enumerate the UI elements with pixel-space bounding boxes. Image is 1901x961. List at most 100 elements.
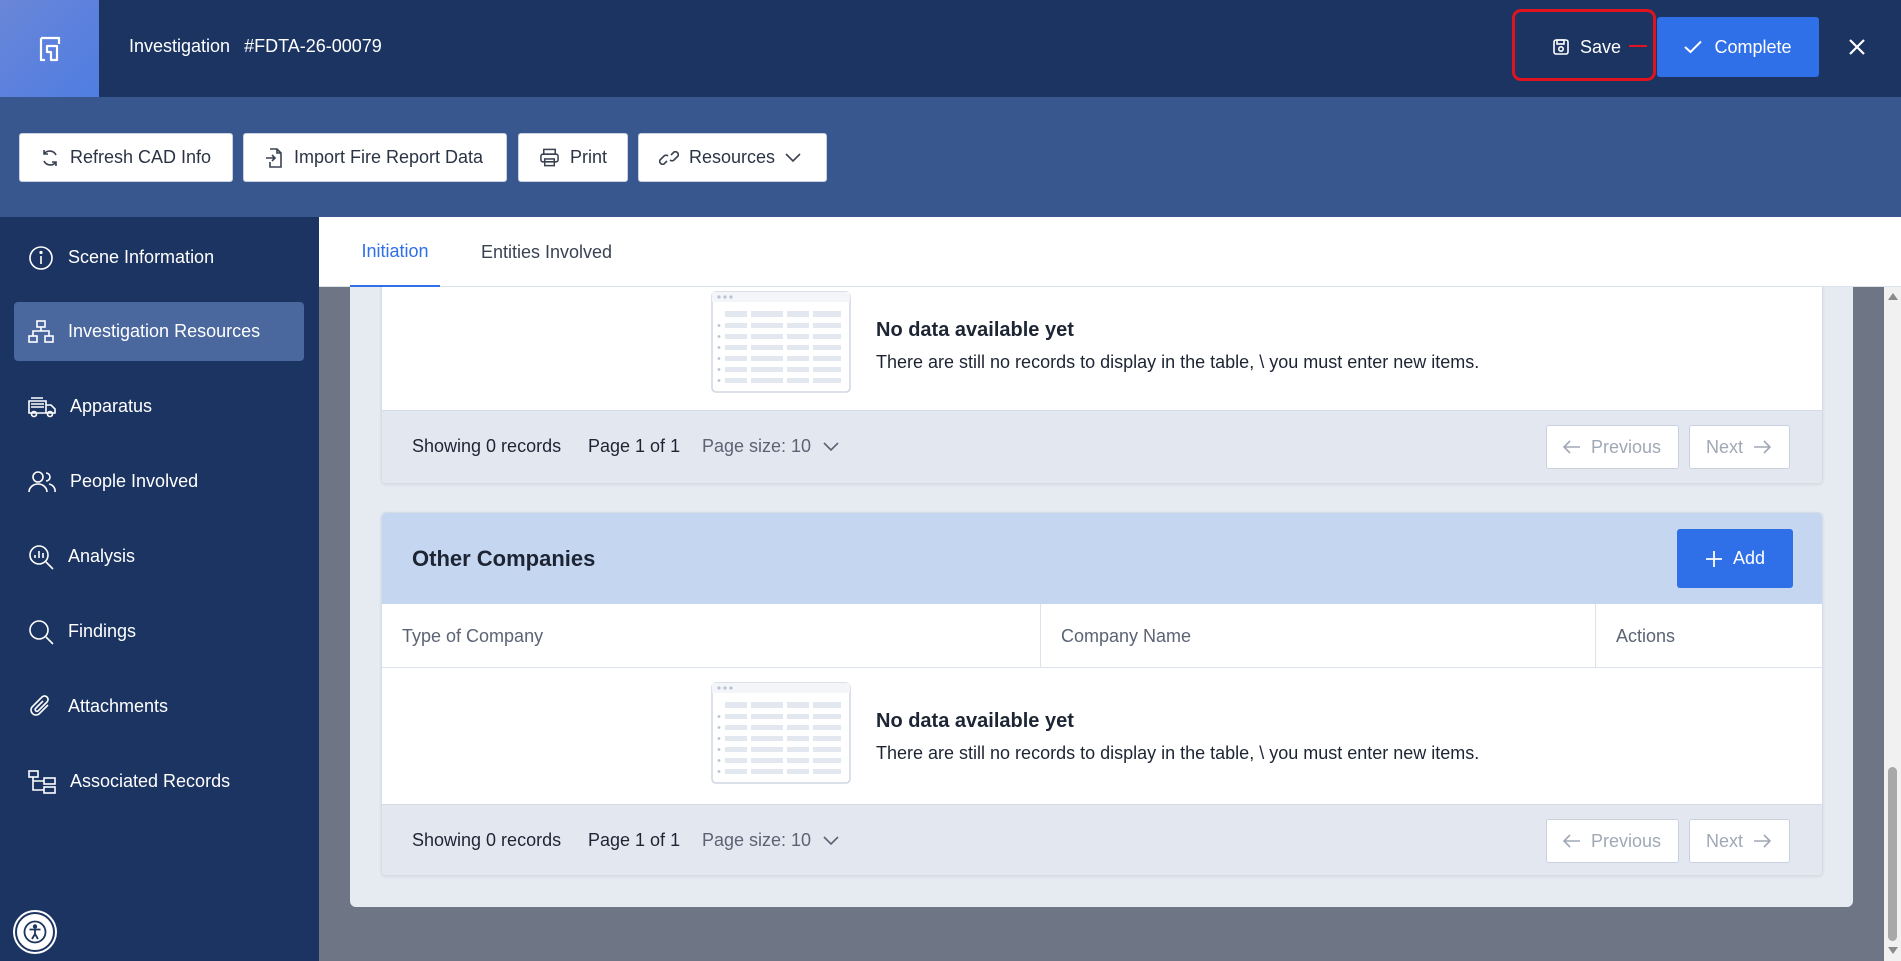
refresh-icon	[43, 149, 57, 166]
tab-initiation[interactable]: Initiation	[350, 217, 440, 287]
save-label: Save	[1579, 36, 1622, 57]
page-size-label: Page size: 10	[702, 436, 812, 456]
panel-header: Other Companies Add	[382, 513, 1822, 604]
sidebar-item-label: Associated Records	[70, 771, 231, 791]
page-size-select[interactable]: Page size: 10	[702, 436, 839, 457]
scroll-thumb[interactable]	[1888, 767, 1897, 941]
print-button[interactable]: Print	[518, 133, 628, 182]
sidebar-item-label: Apparatus	[70, 396, 153, 416]
page-size-select[interactable]: Page size: 10	[702, 830, 839, 851]
empty-state-title: No data available yet	[876, 319, 1074, 341]
investigation-reference: #FDTA-26-00079	[244, 36, 382, 56]
action-toolbar: Refresh CAD Info Import Fire Report Data…	[0, 97, 1901, 217]
sidebar-item-label: Attachments	[68, 696, 169, 716]
table-footer: Showing 0 records Page 1 of 1 Page size:…	[382, 410, 1822, 483]
page-indicator: Page 1 of 1	[588, 830, 681, 850]
column-header-actions: Actions	[1595, 604, 1822, 668]
scroll-up-arrow[interactable]	[1888, 293, 1898, 300]
table-header-row: Type of Company Company Name Actions	[382, 604, 1822, 668]
check-icon	[1684, 40, 1703, 54]
printer-icon	[540, 148, 559, 166]
print-label: Print	[569, 147, 607, 167]
sidebar-item-findings[interactable]: Findings	[14, 602, 304, 661]
close-icon	[1849, 39, 1865, 55]
records-count: Showing 0 records	[412, 436, 562, 456]
empty-state-title: No data available yet	[876, 710, 1074, 732]
page-title-text: Investigation	[129, 36, 231, 56]
fire-truck-icon	[28, 396, 56, 417]
complete-label: Complete	[1714, 36, 1792, 57]
sidebar-item-label: Scene Information	[68, 247, 215, 267]
next-page-button[interactable]: Next	[1689, 819, 1790, 863]
other-companies-panel: Other Companies Add Type of Company Comp…	[381, 512, 1823, 876]
column-header-type-of-company[interactable]: Type of Company	[382, 604, 1040, 668]
page-title: Investigation #FDTA-26-00079	[129, 36, 382, 57]
next-page-button[interactable]: Next	[1689, 425, 1790, 469]
analysis-icon	[29, 544, 54, 570]
table-panel-previous: No data available yet There are still no…	[381, 287, 1823, 484]
hierarchy-icon	[28, 319, 54, 343]
save-icon	[1553, 39, 1569, 55]
empty-state-description: There are still no records to display in…	[876, 352, 1480, 372]
link-icon	[659, 150, 679, 165]
empty-table-illustration	[711, 682, 851, 784]
column-header-company-name[interactable]: Company Name	[1040, 604, 1595, 668]
page-indicator: Page 1 of 1	[588, 436, 681, 456]
content-card: No data available yet There are still no…	[350, 287, 1853, 907]
sidebar-item-label: People Involved	[70, 471, 199, 491]
arrow-left-icon	[1563, 834, 1580, 848]
save-button[interactable]: Save	[1518, 17, 1655, 77]
resources-dropdown[interactable]: Resources	[638, 133, 827, 182]
import-fire-report-label: Import Fire Report Data	[294, 147, 484, 167]
sidebar-item-attachments[interactable]: Attachments	[14, 677, 304, 736]
arrow-right-icon	[1754, 440, 1772, 454]
sidebar-item-apparatus[interactable]: Apparatus	[14, 377, 304, 436]
sidebar-item-label: Analysis	[68, 546, 136, 566]
refresh-cad-button[interactable]: Refresh CAD Info	[19, 133, 233, 182]
empty-table-illustration	[711, 291, 851, 393]
people-icon	[28, 470, 56, 492]
arrow-left-icon	[1563, 440, 1580, 454]
tree-icon	[28, 769, 56, 794]
records-count: Showing 0 records	[412, 830, 562, 850]
chevron-down-icon	[785, 152, 801, 162]
save-highlight-marker	[1629, 45, 1647, 47]
previous-label: Previous	[1591, 830, 1662, 851]
sidebar-item-people-involved[interactable]: People Involved	[14, 452, 304, 511]
search-icon	[29, 619, 54, 645]
complete-button[interactable]: Complete	[1657, 17, 1819, 77]
content-scrollbar[interactable]	[1884, 287, 1901, 961]
add-label: Add	[1732, 548, 1766, 568]
refresh-cad-label: Refresh CAD Info	[70, 147, 212, 167]
previous-page-button[interactable]: Previous	[1546, 819, 1679, 863]
table-footer: Showing 0 records Page 1 of 1 Page size:…	[382, 804, 1822, 875]
previous-page-button[interactable]: Previous	[1546, 425, 1679, 469]
tab-bar: Initiation Entities Involved	[319, 217, 1901, 287]
paperclip-icon	[30, 694, 49, 716]
tab-entities-involved[interactable]: Entities Involved	[481, 217, 621, 287]
import-fire-report-button[interactable]: Import Fire Report Data	[243, 133, 507, 182]
sidebar-item-investigation-resources[interactable]: Investigation Resources	[14, 302, 304, 361]
scroll-down-arrow[interactable]	[1888, 947, 1898, 954]
app-header: Investigation #FDTA-26-00079 Save Complet…	[0, 0, 1901, 97]
logo-icon	[39, 36, 60, 61]
chevron-down-icon	[823, 835, 839, 845]
accessibility-icon	[23, 920, 47, 944]
next-label: Next	[1706, 436, 1744, 457]
add-company-button[interactable]: Add	[1677, 529, 1793, 588]
chevron-down-icon	[823, 441, 839, 451]
sidebar-item-label: Findings	[68, 621, 137, 641]
sidebar-item-scene-information[interactable]: Scene Information	[14, 228, 304, 287]
empty-state: No data available yet There are still no…	[382, 668, 1822, 804]
sidebar: Scene Information Investigation Resource…	[0, 217, 319, 961]
close-button[interactable]	[1843, 30, 1871, 64]
import-file-icon	[266, 147, 282, 168]
app-logo[interactable]	[0, 0, 99, 97]
info-icon	[29, 245, 53, 270]
sidebar-item-associated-records[interactable]: Associated Records	[14, 752, 304, 811]
sidebar-item-analysis[interactable]: Analysis	[14, 527, 304, 586]
plus-icon	[1705, 550, 1722, 567]
accessibility-button[interactable]	[15, 912, 55, 952]
empty-state-description: There are still no records to display in…	[876, 743, 1480, 763]
sidebar-item-label: Investigation Resources	[68, 321, 261, 341]
